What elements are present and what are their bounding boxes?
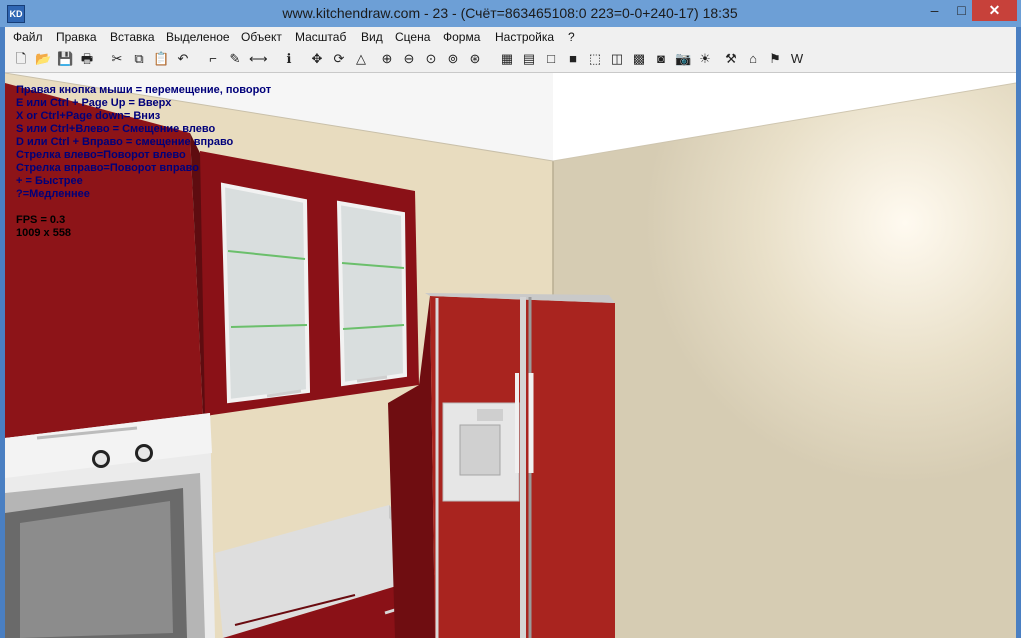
tools-icon[interactable]: ⚒ xyxy=(723,51,739,67)
stairs-icon[interactable]: ⌐ xyxy=(205,51,221,67)
undo-icon[interactable]: ↶ xyxy=(175,51,191,67)
menu-settings[interactable]: Настройка xyxy=(495,30,554,44)
help-line: D или Ctrl + Вправо = смещение вправо xyxy=(16,136,234,148)
help-line: E или Ctrl + Page Up = Вверх xyxy=(16,97,172,109)
minimize-button[interactable]: – xyxy=(920,0,949,21)
fps-readout: FPS = 0.3 xyxy=(16,214,66,226)
3d-viewport[interactable]: Правая кнопка мыши = перемещение, поворо… xyxy=(5,73,1016,638)
rotate-icon[interactable]: ⟳ xyxy=(331,51,347,67)
light-icon[interactable]: ☀ xyxy=(697,51,713,67)
menu-edit[interactable]: Правка xyxy=(56,30,97,44)
menu-scene[interactable]: Сцена xyxy=(395,30,430,44)
zoom-fit-icon[interactable]: ⊚ xyxy=(445,51,461,67)
menu-zoom[interactable]: Масштаб xyxy=(295,30,346,44)
zoom-window-icon[interactable]: ⊙ xyxy=(423,51,439,67)
close-button[interactable]: ✕ xyxy=(972,0,1017,21)
title-bar[interactable]: KD www.kitchendraw.com - 23 - (Счёт=8634… xyxy=(0,0,1021,27)
help-line: Стрелка влево=Поворот влево xyxy=(16,149,186,161)
paint-icon[interactable]: ✎ xyxy=(227,51,243,67)
right-wall xyxy=(553,83,1016,638)
menu-insert[interactable]: Вставка xyxy=(110,30,155,44)
wireframe-icon[interactable]: □ xyxy=(543,51,559,67)
box-3d-icon[interactable]: ⬚ xyxy=(587,51,603,67)
render-icon[interactable]: ◙ xyxy=(653,51,669,67)
walls-icon[interactable]: ⌂ xyxy=(745,51,761,67)
navigation-help-overlay: Правая кнопка мыши = перемещение, поворо… xyxy=(16,84,271,240)
camera-icon[interactable]: 📷 xyxy=(675,51,691,67)
toolbar: 🗋 📂 💾 🖶 ✂ ⧉ 📋 ↶ ⌐ ✎ ⟷ ℹ ✥ ⟳ △ ⊕ ⊖ ⊙ ⊚ ⊛ ▦ ▤ □ ■ ⬚ ◫ ▩ ◙ 📷 ☀ ⚒ ⌂ ⚑ W xyxy=(5,47,1016,73)
help-line: + = Быстрее xyxy=(16,175,83,187)
open-folder-icon[interactable]: 📂 xyxy=(35,51,51,67)
resolution-readout: 1009 x 558 xyxy=(16,227,72,239)
web-icon[interactable]: W xyxy=(789,51,805,67)
solid-view-icon[interactable]: ■ xyxy=(565,51,581,67)
help-line: X or Ctrl+Page down= Вниз xyxy=(16,110,161,122)
menu-object[interactable]: Объект xyxy=(241,30,282,44)
cut-icon[interactable]: ✂ xyxy=(109,51,125,67)
elevation-view-icon[interactable]: ▤ xyxy=(521,51,537,67)
help-line: Стрелка вправо=Поворот вправо xyxy=(16,162,199,174)
help-line: Правая кнопка мыши = перемещение, поворо… xyxy=(16,84,272,96)
save-icon[interactable]: 💾 xyxy=(57,51,73,67)
copy-icon[interactable]: ⧉ xyxy=(131,51,147,67)
app-icon[interactable]: KD xyxy=(7,5,25,23)
window-title: www.kitchendraw.com - 23 - (Счёт=8634651… xyxy=(282,5,738,21)
dimension-icon[interactable]: ⟷ xyxy=(249,51,268,67)
menu-view[interactable]: Вид xyxy=(361,30,383,44)
help-line: ?=Медленнее xyxy=(16,188,90,200)
texture-icon[interactable]: ▩ xyxy=(631,51,647,67)
zoom-out-icon[interactable]: ⊖ xyxy=(401,51,417,67)
new-file-icon[interactable]: 🗋 xyxy=(13,51,29,67)
menu-bar: Файл Правка Вставка Выделеное Объект Мас… xyxy=(5,27,1016,47)
zoom-all-icon[interactable]: ⊛ xyxy=(467,51,483,67)
menu-file[interactable]: Файл xyxy=(13,30,43,44)
cube-icon[interactable]: ◫ xyxy=(609,51,625,67)
menu-selection[interactable]: Выделеное xyxy=(166,30,230,44)
flag-icon[interactable]: ⚑ xyxy=(767,51,783,67)
paste-icon[interactable]: 📋 xyxy=(153,51,169,67)
glass-door-right xyxy=(336,200,408,387)
plan-view-icon[interactable]: ▦ xyxy=(499,51,515,67)
print-icon[interactable]: 🖶 xyxy=(79,51,95,67)
info-icon[interactable]: ℹ xyxy=(281,51,297,67)
menu-help[interactable]: ? xyxy=(568,30,575,44)
zoom-in-icon[interactable]: ⊕ xyxy=(379,51,395,67)
perspective-icon[interactable]: △ xyxy=(353,51,369,67)
help-line: S или Ctrl+Влево = Смещение влево xyxy=(16,123,216,135)
menu-shape[interactable]: Форма xyxy=(443,30,480,44)
move-icon[interactable]: ✥ xyxy=(309,51,325,67)
